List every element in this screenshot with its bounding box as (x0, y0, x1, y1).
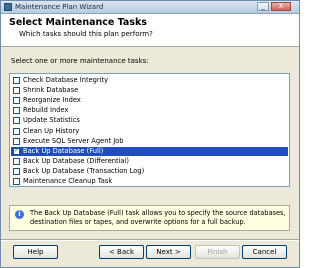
task-checkbox[interactable] (13, 87, 20, 95)
task-label: Reorganize Index (23, 96, 81, 105)
task-list-item[interactable]: Reorganize Index (11, 96, 288, 105)
task-label: Maintenance Cleanup Task (23, 177, 113, 185)
task-checkbox[interactable] (13, 117, 20, 125)
next-button[interactable]: Next > (146, 245, 191, 259)
task-checkbox[interactable] (13, 127, 20, 135)
task-list-item[interactable]: Back Up Database (Transaction Log) (11, 167, 288, 176)
task-checkbox[interactable] (13, 167, 20, 175)
task-label: Execute SQL Server Agent Job (23, 136, 124, 145)
page-subtitle: Which tasks should this plan perform? (19, 30, 153, 38)
task-list-item[interactable]: Back Up Database (Differential) (11, 157, 288, 166)
task-label: Clean Up History (23, 126, 80, 135)
task-checkbox[interactable] (13, 157, 20, 165)
task-checkbox[interactable] (13, 137, 20, 145)
finish-button[interactable]: Finish (195, 245, 240, 259)
task-list-item[interactable]: Check Database Integrity (11, 76, 288, 85)
task-list-item[interactable]: Clean Up History (11, 127, 288, 136)
window-title: Maintenance Plan Wizard (15, 3, 104, 11)
task-list-item[interactable]: Update Statistics (11, 116, 288, 125)
task-list-item[interactable]: Shrink Database (11, 86, 288, 95)
task-label: Rebuild Index (23, 106, 69, 115)
task-checkbox[interactable] (13, 107, 20, 115)
task-list[interactable]: Check Database Integrity Shrink Database R… (9, 73, 290, 187)
back-button[interactable]: < Back (99, 245, 144, 259)
info-text: The Back Up Database (Full) task allows … (30, 209, 286, 226)
task-label: Check Database Integrity (23, 76, 109, 84)
task-list-item[interactable]: Maintenance Cleanup Task (11, 177, 288, 186)
task-list-item[interactable]: ✓ Back Up Database (Full) (11, 145, 288, 156)
info-icon: i (15, 210, 24, 219)
help-button[interactable]: Help (13, 245, 58, 259)
task-checkbox[interactable] (13, 77, 20, 84)
task-label: Update Statistics (23, 116, 80, 125)
task-list-item[interactable]: Execute SQL Server Agent Job (11, 137, 288, 146)
checkmark-icon: ✓ (14, 145, 20, 154)
info-box: i The Back Up Database (Full) task allow… (9, 205, 290, 231)
task-list-item[interactable]: Rebuild Index (11, 106, 288, 115)
title-bar: Maintenance Plan Wizard _ X (1, 1, 299, 14)
page-title: Select Maintenance Tasks (9, 17, 147, 28)
wizard-window: Maintenance Plan Wizard _ X Select Maint… (0, 0, 300, 268)
task-label: Back Up Database (Differential) (23, 156, 130, 165)
task-checkbox[interactable] (13, 178, 20, 185)
close-button[interactable]: X (271, 2, 291, 11)
task-label: Shrink Database (23, 86, 79, 95)
task-checkbox[interactable] (13, 97, 20, 105)
cancel-button[interactable]: Cancel (242, 245, 287, 259)
footer-separator (1, 239, 299, 241)
task-label: Back Up Database (Full) (23, 146, 104, 155)
task-label: Back Up Database (Transaction Log) (23, 166, 145, 175)
task-list-label: Select one or more maintenance tasks: (11, 57, 149, 65)
app-icon (4, 3, 12, 11)
minimize-button[interactable]: _ (257, 2, 269, 11)
wizard-header: Select Maintenance Tasks Which tasks sho… (1, 14, 299, 47)
task-checkbox[interactable]: ✓ (13, 145, 20, 155)
